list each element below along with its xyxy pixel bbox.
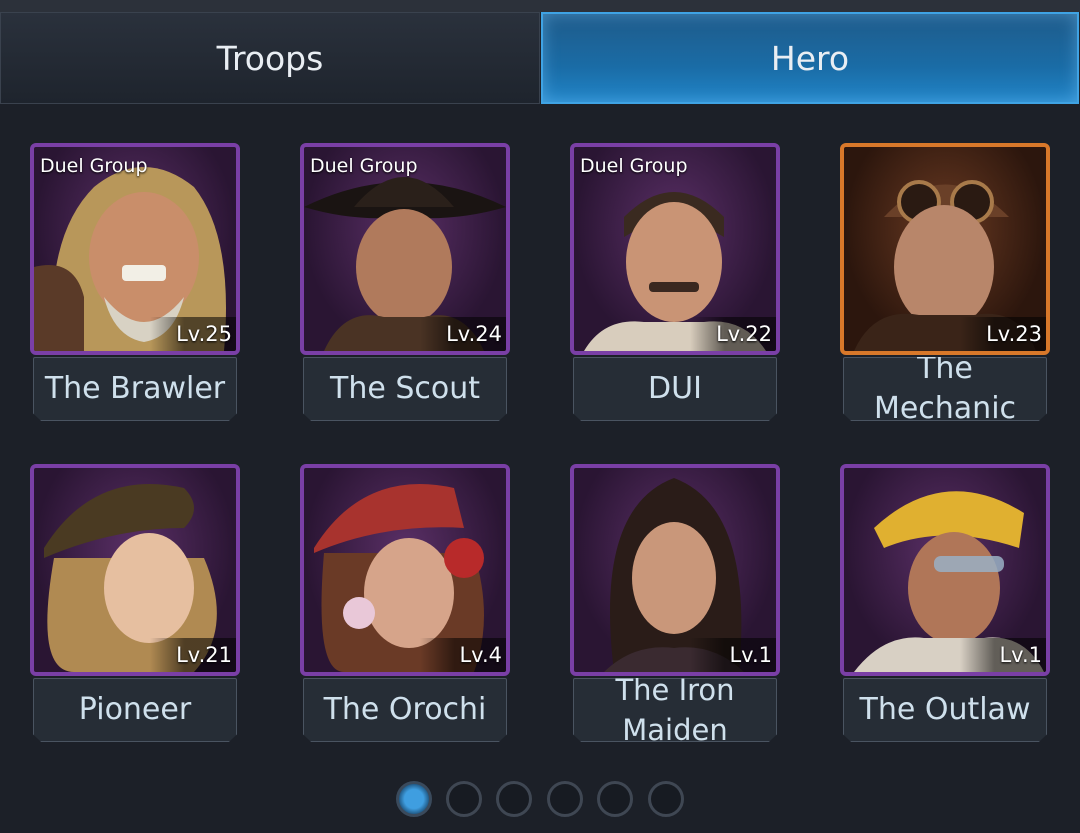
hero-level: Lv.25 [150,317,236,351]
hero-level: Lv.21 [150,638,236,672]
hero-portrait: Lv.21 [30,464,240,676]
hero-name: The Iron Maiden [573,678,777,742]
duel-group-label: Duel Group [40,155,148,177]
hero-card-dui[interactable]: Duel Group Lv.22 DUI [570,143,780,425]
hero-portrait: Lv.23 [840,143,1050,355]
page-dot-3[interactable] [496,781,532,817]
page-dot-2[interactable] [446,781,482,817]
page-dot-6[interactable] [648,781,684,817]
duel-group-label: Duel Group [580,155,688,177]
page-dot-4[interactable] [547,781,583,817]
hero-portrait: Lv.1 [840,464,1050,676]
hero-portrait: Duel Group Lv.25 [30,143,240,355]
hero-grid: Duel Group Lv.25 The Brawler Duel Group … [0,0,1080,833]
hero-name: The Orochi [303,678,507,742]
hero-level: Lv.1 [690,638,776,672]
hero-name: The Brawler [33,357,237,421]
page-dot-1[interactable] [396,781,432,817]
hero-card-orochi[interactable]: Lv.4 The Orochi [300,464,510,746]
page-indicator [392,781,692,823]
hero-portrait: Duel Group Lv.24 [300,143,510,355]
hero-level: Lv.23 [960,317,1046,351]
hero-name: Pioneer [33,678,237,742]
hero-level: Lv.4 [420,638,506,672]
hero-name: The Outlaw [843,678,1047,742]
hero-card-scout[interactable]: Duel Group Lv.24 The Scout [300,143,510,425]
hero-name: The Mechanic [843,357,1047,421]
page-dot-5[interactable] [597,781,633,817]
duel-group-label: Duel Group [310,155,418,177]
hero-card-iron-maiden[interactable]: Lv.1 The Iron Maiden [570,464,780,746]
hero-name: The Scout [303,357,507,421]
hero-card-pioneer[interactable]: Lv.21 Pioneer [30,464,240,746]
hero-portrait: Lv.1 [570,464,780,676]
hero-name: DUI [573,357,777,421]
hero-portrait: Duel Group Lv.22 [570,143,780,355]
hero-card-mechanic[interactable]: Lv.23 The Mechanic [840,143,1050,425]
hero-card-brawler[interactable]: Duel Group Lv.25 The Brawler [30,143,240,425]
hero-portrait: Lv.4 [300,464,510,676]
hero-level: Lv.24 [420,317,506,351]
hero-card-outlaw[interactable]: Lv.1 The Outlaw [840,464,1050,746]
hero-level: Lv.22 [690,317,776,351]
hero-level: Lv.1 [960,638,1046,672]
